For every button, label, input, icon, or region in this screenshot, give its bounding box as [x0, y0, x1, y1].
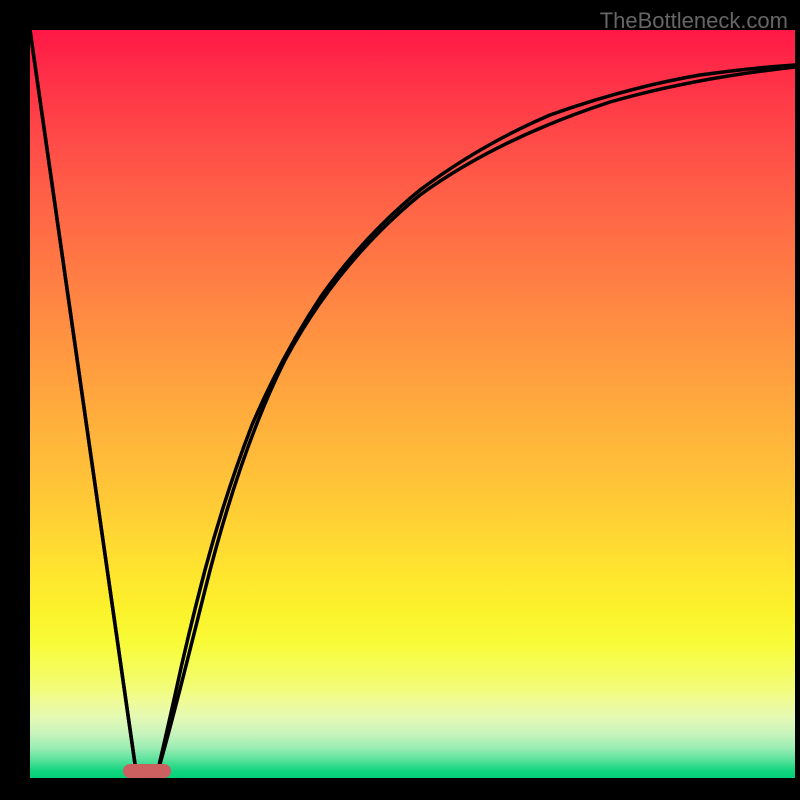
bottleneck-marker	[123, 764, 171, 778]
chart-curves	[30, 30, 795, 778]
chart-container: TheBottleneck.com	[0, 0, 800, 800]
left-line	[30, 30, 137, 778]
frame-left	[0, 0, 30, 800]
frame-right	[795, 0, 800, 800]
frame-bottom	[0, 778, 800, 800]
curve-path	[30, 30, 795, 778]
watermark-text: TheBottleneck.com	[600, 8, 788, 34]
right-curve	[156, 65, 795, 778]
